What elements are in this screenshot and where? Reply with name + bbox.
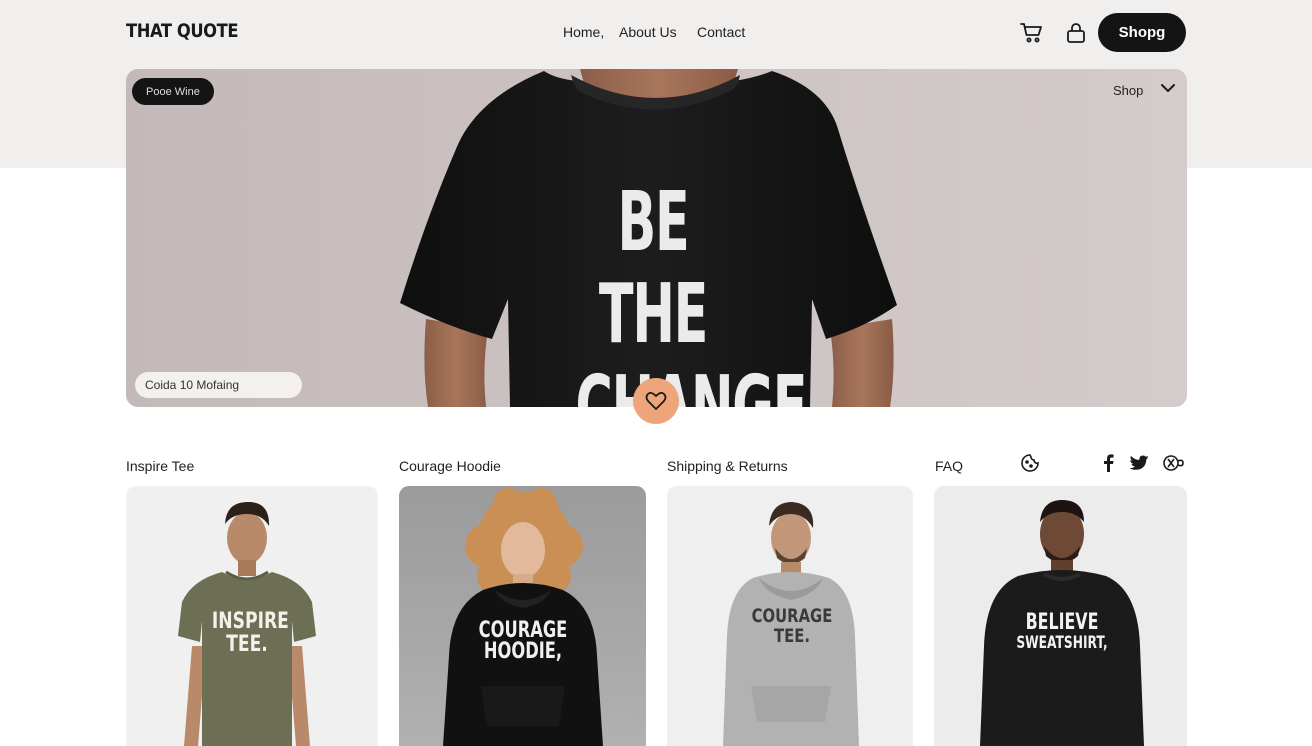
nav-home[interactable]: Home, bbox=[563, 24, 604, 40]
bag-icon[interactable] bbox=[1063, 20, 1089, 46]
category-courage-hoodie[interactable]: Courage Hoodie bbox=[399, 458, 501, 474]
product-card-courage-tee[interactable]: COURAGE TEE. bbox=[667, 486, 913, 746]
chevron-down-icon[interactable] bbox=[1160, 81, 1176, 95]
product-print: COURAGE HOODIE, bbox=[478, 618, 568, 664]
hero-shirt-print: BE THE CHANGE, bbox=[576, 175, 826, 408]
product-print: BELIEVE SWEATSHIRT, bbox=[1010, 612, 1114, 654]
product-print: INSPIRE TEE. bbox=[211, 609, 289, 657]
link-shipping-returns[interactable]: Shipping & Returns bbox=[667, 458, 788, 474]
category-inspire-tee[interactable]: Inspire Tee bbox=[126, 458, 194, 474]
product-print-line2: TEE. bbox=[773, 625, 810, 647]
cart-icon[interactable] bbox=[1019, 20, 1045, 46]
product-image bbox=[443, 488, 603, 746]
product-print-line1: INSPIRE bbox=[211, 609, 289, 634]
product-print: COURAGE TEE. bbox=[749, 606, 835, 646]
hero-shirt-line1: BE THE bbox=[598, 175, 708, 362]
hero-shop-dropdown[interactable]: Shop bbox=[1113, 83, 1143, 98]
product-print-line1: BELIEVE bbox=[1025, 610, 1099, 635]
favorite-button[interactable] bbox=[633, 378, 679, 424]
product-print-line2: HOODIE, bbox=[483, 639, 563, 664]
nav-about-us[interactable]: About Us bbox=[619, 24, 677, 40]
product-print-line2: SWEATSHIRT, bbox=[1016, 633, 1108, 653]
link-faq[interactable]: FAQ bbox=[935, 458, 963, 474]
nav-contact[interactable]: Contact bbox=[697, 24, 745, 40]
product-card-inspire-tee[interactable]: INSPIRE TEE. bbox=[126, 486, 378, 746]
twitter-icon[interactable] bbox=[1128, 452, 1150, 474]
hero-tag-pill[interactable]: Pooe Wine bbox=[132, 78, 214, 105]
product-print-line1: COURAGE bbox=[478, 618, 568, 643]
product-card-believe-sweatshirt[interactable]: BELIEVE SWEATSHIRT, bbox=[934, 486, 1187, 746]
site-logo[interactable]: THAT QUOTE bbox=[126, 20, 239, 42]
product-print-line1: COURAGE bbox=[751, 605, 833, 627]
hero-search-field[interactable]: Coida 10 Mofaing bbox=[135, 372, 302, 398]
cookie-icon[interactable] bbox=[1019, 452, 1041, 474]
product-card-courage-hoodie[interactable]: COURAGE HOODIE, bbox=[399, 486, 646, 746]
share-icon[interactable] bbox=[1163, 452, 1185, 474]
site-header: THAT QUOTE Home, About Us Contact Shopg bbox=[0, 0, 1312, 66]
product-print-line2: TEE. bbox=[226, 632, 268, 657]
heart-icon bbox=[645, 391, 667, 410]
hero-banner: BE THE CHANGE, Pooe Wine Shop Coida 10 M… bbox=[126, 69, 1187, 407]
facebook-icon[interactable] bbox=[1097, 452, 1119, 474]
shop-button[interactable]: Shopg bbox=[1098, 13, 1186, 52]
